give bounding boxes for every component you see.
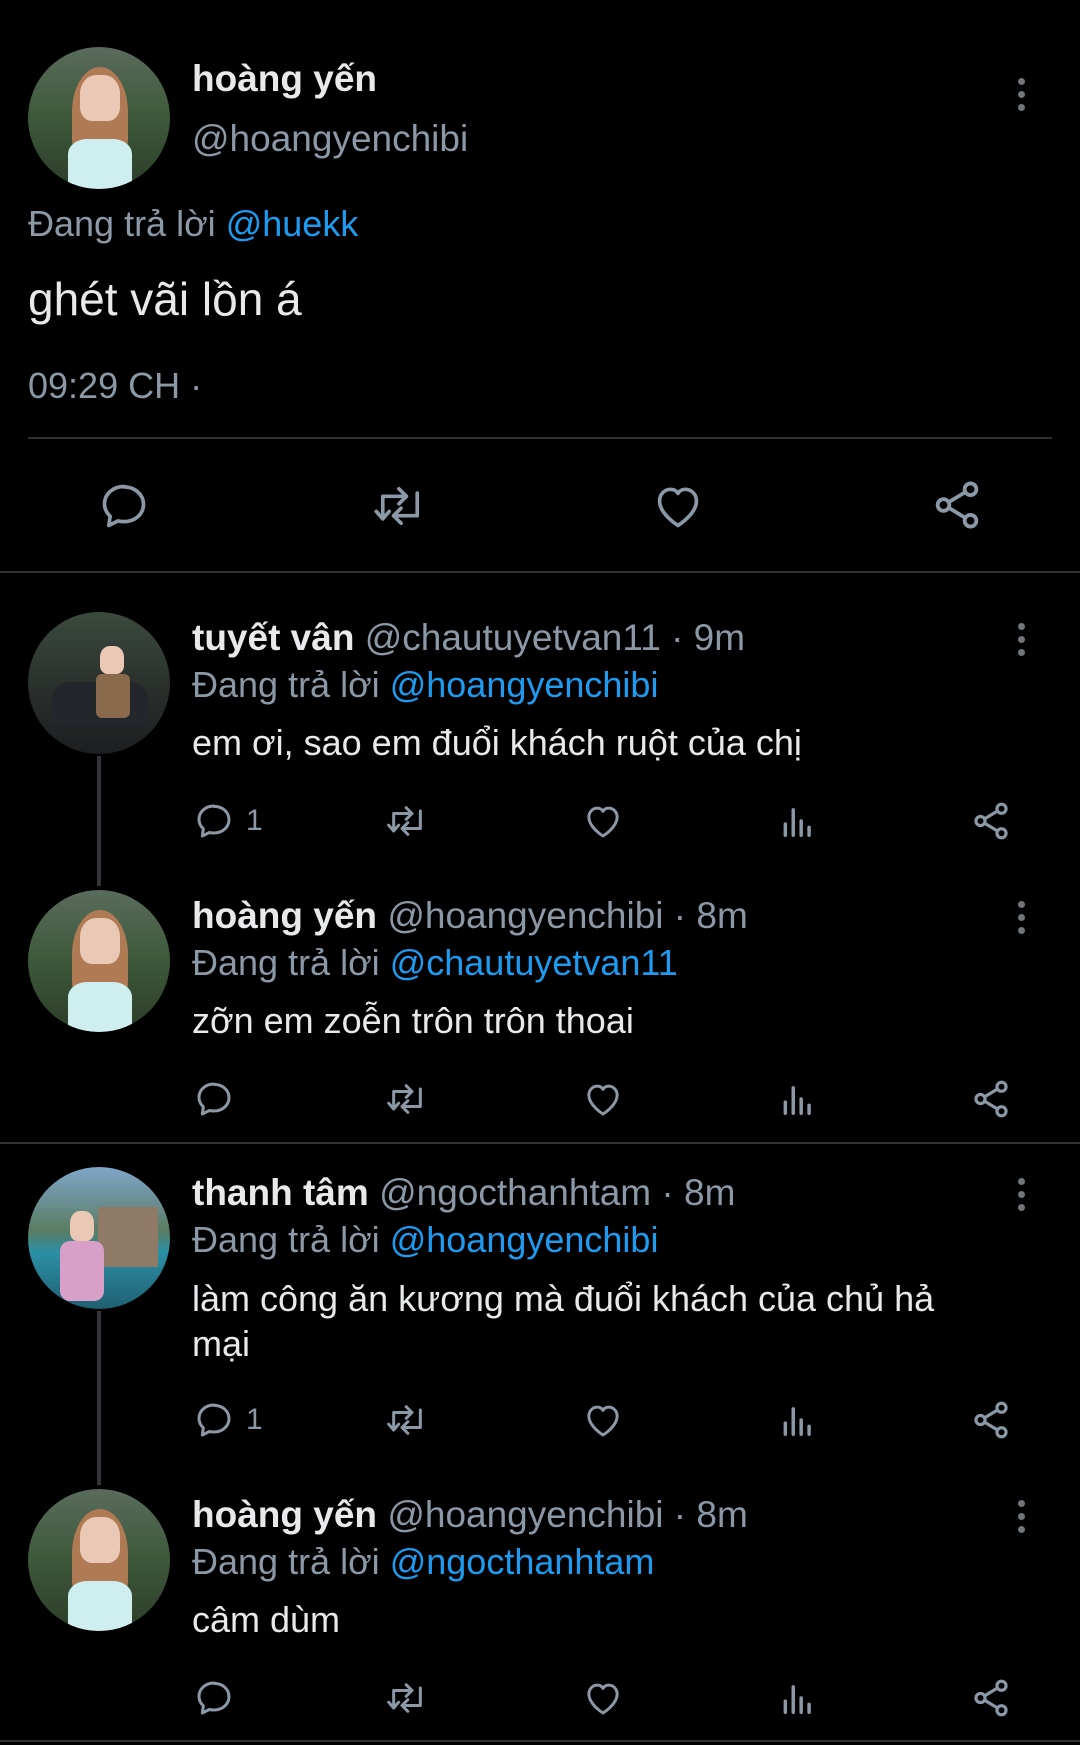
reply-header: hoàng yến @hoangyenchibi · 8m <box>192 895 748 937</box>
reply-to-link[interactable]: @ngocthanhtam <box>390 1541 655 1582</box>
thread-line <box>97 1311 101 1485</box>
more-icon[interactable] <box>1016 623 1026 662</box>
share-icon[interactable] <box>970 1677 1012 1719</box>
avatar[interactable] <box>28 1489 170 1631</box>
reply-to-link[interactable]: @chautuyetvan11 <box>390 942 678 983</box>
like-icon[interactable] <box>583 1401 623 1439</box>
share-icon[interactable] <box>930 478 984 532</box>
handle-time[interactable]: @hoangyenchibi · 8m <box>387 895 747 936</box>
avatar[interactable] <box>28 890 170 1032</box>
views-icon[interactable] <box>779 802 817 840</box>
divider <box>28 437 1052 439</box>
share-icon[interactable] <box>970 1078 1012 1120</box>
display-name[interactable]: hoàng yến <box>192 58 377 100</box>
retweet-icon[interactable] <box>385 1678 429 1718</box>
reply-text: zỡn em zoễn trôn trôn thoai <box>192 1000 634 1041</box>
display-name[interactable]: hoàng yến <box>192 1494 377 1535</box>
like-icon[interactable] <box>583 802 623 840</box>
reply-context: Đang trả lời @ngocthanhtam <box>192 1541 654 1583</box>
views-icon[interactable] <box>779 1080 817 1118</box>
display-name[interactable]: hoàng yến <box>192 895 377 936</box>
reply-context: Đang trả lời @hoangyenchibi <box>192 664 658 706</box>
views-icon[interactable] <box>779 1679 817 1717</box>
tweet-text: ghét vãi lồn á <box>28 273 302 325</box>
reply-prefix: Đang trả lời <box>28 203 216 244</box>
reply-to-link[interactable]: @huekk <box>226 203 359 244</box>
reply-header: tuyết vân @chautuyetvan11 · 9m <box>192 617 745 659</box>
retweet-icon[interactable] <box>372 480 428 532</box>
reply-to-link[interactable]: @hoangyenchibi <box>390 664 659 705</box>
reply-prefix: Đang trả lời <box>192 942 380 983</box>
display-name[interactable]: tuyết vân <box>192 617 354 658</box>
reply-context: Đang trả lời @chautuyetvan11 <box>192 942 678 984</box>
section-divider <box>0 571 1080 573</box>
avatar[interactable] <box>28 612 170 754</box>
thread-line <box>97 756 101 886</box>
reply-icon[interactable] <box>194 1678 234 1718</box>
reply-prefix: Đang trả lời <box>192 664 380 705</box>
avatar[interactable] <box>28 1167 170 1309</box>
avatar[interactable] <box>28 47 170 189</box>
reply-context: Đang trả lời @huekk <box>28 203 358 245</box>
more-icon[interactable] <box>1016 901 1026 940</box>
retweet-icon[interactable] <box>385 1079 429 1119</box>
handle-time[interactable]: @hoangyenchibi · 8m <box>387 1494 747 1535</box>
reply-text-line2: mại <box>192 1323 251 1364</box>
reply-prefix: Đang trả lời <box>192 1541 380 1582</box>
reply-icon[interactable] <box>98 480 150 532</box>
reply-count: 1 <box>246 804 263 837</box>
retweet-icon[interactable] <box>385 801 429 841</box>
like-icon[interactable] <box>583 1679 623 1717</box>
reply-icon[interactable] <box>194 1400 234 1440</box>
retweet-icon[interactable] <box>385 1400 429 1440</box>
reply-icon[interactable] <box>194 1079 234 1119</box>
reply-text-line1: làm công ăn kương mà đuổi khách của chủ … <box>192 1278 935 1319</box>
reply-header: hoàng yến @hoangyenchibi · 8m <box>192 1494 748 1536</box>
display-name[interactable]: thanh tâm <box>192 1172 369 1213</box>
more-icon[interactable] <box>1016 1500 1026 1539</box>
more-icon[interactable] <box>1016 1178 1026 1217</box>
views-icon[interactable] <box>779 1401 817 1439</box>
handle-time[interactable]: @ngocthanhtam · 8m <box>379 1172 735 1213</box>
reply-to-link[interactable]: @hoangyenchibi <box>390 1219 659 1260</box>
reply-header: thanh tâm @ngocthanhtam · 8m <box>192 1172 735 1214</box>
share-icon[interactable] <box>970 800 1012 842</box>
like-icon[interactable] <box>652 481 704 531</box>
like-icon[interactable] <box>583 1080 623 1118</box>
reply-count: 1 <box>246 1403 263 1436</box>
reply-prefix: Đang trả lời <box>192 1219 380 1260</box>
section-divider <box>0 1142 1080 1144</box>
more-icon[interactable] <box>1016 78 1026 117</box>
reply-icon[interactable] <box>194 801 234 841</box>
reply-text: em ơi, sao em đuổi khách ruột của chị <box>192 722 802 763</box>
handle[interactable]: @hoangyenchibi <box>192 118 468 160</box>
reply-text: câm dùm <box>192 1599 341 1640</box>
share-icon[interactable] <box>970 1399 1012 1441</box>
handle-time[interactable]: @chautuyetvan11 · 9m <box>365 617 745 658</box>
reply-context: Đang trả lời @hoangyenchibi <box>192 1219 658 1261</box>
timestamp[interactable]: 09:29 CH · <box>28 365 202 407</box>
section-divider <box>0 1740 1080 1742</box>
